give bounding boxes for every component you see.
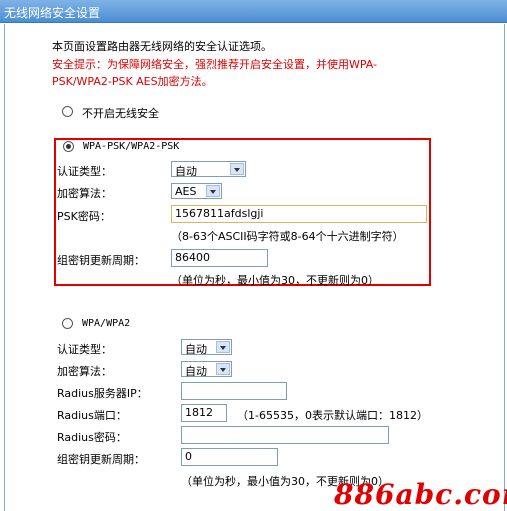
psk-enc-value: AES [175, 185, 197, 198]
wpa-radio-label: WPA/WPA2 [82, 318, 131, 329]
title-bar: 无线网络安全设置 [0, 0, 507, 23]
psk-auth-value: 自动 [175, 165, 197, 178]
psk-renew-input[interactable]: 86400 [171, 249, 268, 267]
radius-port-hint: （1-65535，0表示默认端口：1812） [237, 409, 428, 422]
psk-key-label: PSK密码： [57, 210, 111, 223]
psk-enc-select[interactable]: AES [171, 183, 222, 199]
wpa-enc-value: 自动 [185, 365, 207, 378]
chevron-down-icon [206, 185, 220, 197]
page-title: 无线网络安全设置 [4, 6, 101, 20]
radius-ip-label: Radius服务器IP： [57, 387, 148, 400]
warning-line-1: 安全提示：为保障网络安全，强烈推荐开启安全设置，并使用WPA- [52, 58, 378, 71]
psk-auth-label: 认证类型： [57, 165, 112, 178]
chevron-down-icon [216, 363, 230, 375]
radio-no-security[interactable] [62, 106, 73, 117]
wpa-auth-label: 认证类型： [57, 343, 112, 356]
radius-ip-input[interactable] [181, 382, 287, 400]
wpa-renew-label: 组密钥更新周期： [57, 453, 145, 466]
watermark-logo: 886abc.com [334, 478, 507, 511]
chevron-down-icon [216, 341, 230, 353]
wpa-auth-value: 自动 [185, 343, 207, 356]
radio-wpa[interactable] [62, 318, 73, 329]
radio-wpa-psk[interactable] [63, 141, 74, 152]
radius-pw-input[interactable] [181, 426, 389, 444]
wpa-renew-input[interactable]: 0 [181, 448, 278, 466]
psk-key-hint: （8-63个ASCII码字符或8-64个十六进制字符） [171, 230, 404, 243]
psk-enc-label: 加密算法： [57, 187, 112, 200]
intro-text: 本页面设置路由器无线网络的安全认证选项。 [52, 40, 272, 53]
psk-key-input[interactable]: 1567811afdslgji [171, 205, 427, 223]
radius-port-label: Radius端口： [57, 409, 127, 422]
radius-pw-label: Radius密码： [57, 431, 127, 444]
radius-port-input[interactable]: 1812 [181, 404, 227, 422]
warning-line-2: PSK/WPA2-PSK AES加密方法。 [52, 75, 213, 88]
wpa-auth-select[interactable]: 自动 [181, 339, 232, 356]
psk-radio-label: WPA-PSK/WPA2-PSK [83, 141, 180, 152]
psk-renew-label: 组密钥更新周期： [57, 254, 145, 267]
chevron-down-icon [230, 163, 244, 175]
psk-renew-hint: （单位为秒，最小值为30，不更新则为0） [171, 274, 379, 287]
no-security-label: 不开启无线安全 [82, 107, 159, 120]
wpa-enc-label: 加密算法： [57, 365, 112, 378]
wpa-enc-select[interactable]: 自动 [181, 361, 232, 378]
psk-auth-select[interactable]: 自动 [171, 161, 246, 178]
